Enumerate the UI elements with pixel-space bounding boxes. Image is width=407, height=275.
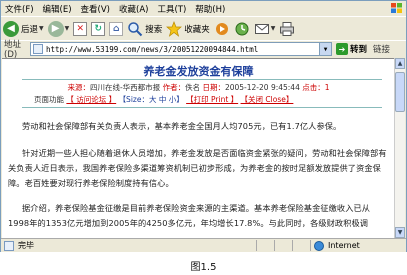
divider [22,107,382,108]
status-cell [256,240,274,251]
back-label: 后退 [21,24,39,35]
status-text: 完毕 [18,241,34,250]
zone-text: Internet [328,241,360,250]
meta-author: 佚名 [185,83,201,92]
history-icon [235,22,249,35]
page-icon [33,44,43,54]
menu-file[interactable]: 文件(F) [5,3,34,15]
article-meta: 来源：四川在线-华西都市报 作者：佚名 日期：2005-12-20 9:45:4… [2,82,395,93]
page-tools: 页面功能 【 访问论坛 】 【Size：大 中 小】 【打印 Print 】 【… [34,94,293,105]
browser-window: 文件(F) 编辑(E) 查看(V) 收藏(A) 工具(T) 帮助(H) ◀ 后退… [0,0,407,252]
menu-edit[interactable]: 编辑(E) [43,3,72,15]
menu-favorites[interactable]: 收藏(A) [119,3,148,15]
mail-button[interactable]: ▼ [254,19,276,39]
font-size-links[interactable]: 【Size：大 中 小】 [119,95,184,104]
links-button[interactable]: 链接 [373,43,390,55]
article-paragraph-1: 劳动和社会保障部有关负责人表示，基本养老金全国月人均705元，已有1.7亿人参保… [22,121,342,131]
chevron-down-icon: ▼ [39,25,44,32]
go-label: 转到 [350,45,368,55]
mail-icon [254,23,269,34]
scroll-up-icon[interactable]: ▲ [395,58,405,69]
status-cells: Internet [256,240,406,251]
menu-tools[interactable]: 工具(T) [157,3,186,15]
scroll-thumb[interactable] [395,72,405,112]
back-button[interactable]: ◀ 后退 ▼ [3,19,44,39]
favorites-button[interactable]: 收藏夹 [166,19,210,39]
chevron-down-icon: ▼ [270,25,276,32]
refresh-icon: ↻ [91,21,106,36]
toolbar: ◀ 后退 ▼ ▶ ▼ ✕ ↻ ⌂ 搜索 收藏夹 ▼ [1,16,406,40]
divider [22,79,382,80]
windows-logo-icon [391,3,402,13]
article-paragraph-2: 针对近期一些人担心随着退休人员增加，养老金发放是否面临资金紧张的疑问，劳动和社会… [8,148,387,188]
favorites-label: 收藏夹 [184,24,210,35]
meta-source: 四川在线-华西都市报 [89,83,161,92]
article-title: 养老金发放资金有保障 [143,65,254,78]
forum-link[interactable]: 【 访问论坛 】 [66,95,116,104]
zone-indicator: Internet [310,240,406,251]
search-icon [128,21,143,36]
status-cell [274,240,292,251]
tools-label: 页面功能 [34,95,64,104]
media-icon [215,22,228,35]
refresh-button[interactable]: ↻ [91,19,106,39]
go-arrow-icon: ➔ [336,43,348,55]
figure-caption: 图1.5 [190,262,217,273]
chevron-down-icon[interactable]: ▼ [319,43,331,55]
globe-icon [314,240,324,251]
meta-source-label: 来源： [67,83,90,92]
article-paragraph-3: 据介绍，养老保险基金征缴是目前养老保险资金来源的主渠道。基本养老保险基金征缴收入… [8,203,371,228]
status-bar: 完毕 Internet [1,238,406,252]
forward-button[interactable]: ▶ ▼ [47,19,70,39]
vertical-scrollbar[interactable]: ▲ ▼ [394,58,405,238]
home-button[interactable]: ⌂ [109,19,124,39]
chevron-down-icon: ▼ [64,25,70,32]
stop-icon: ✕ [73,21,88,36]
status-cell [292,240,310,251]
search-label: 搜索 [145,24,163,35]
address-bar: 地址(D) http://www.53199.com/news/3/200512… [1,40,406,60]
menu-help[interactable]: 帮助(H) [195,3,225,15]
print-link[interactable]: 【打印 Print 】 [186,95,238,104]
print-button[interactable] [279,19,295,39]
meta-author-label: 作者： [162,83,186,92]
stop-button[interactable]: ✕ [73,19,88,39]
search-button[interactable]: 搜索 [127,19,162,39]
address-input[interactable]: http://www.53199.com/news/3/200512200948… [30,42,332,56]
menu-view[interactable]: 查看(V) [81,3,110,15]
page-done-icon [4,240,14,251]
meta-date-label: 日期： [202,83,225,92]
close-link[interactable]: 【关闭 Close】 [241,95,294,104]
home-icon: ⌂ [109,21,124,36]
meta-clicks: 1 [324,83,330,92]
meta-clicks-label: 点击： [302,83,325,92]
address-url: http://www.53199.com/news/3/200512200948… [46,44,259,54]
page-content: 养老金发放资金有保障 来源：四川在线-华西都市报 作者：佚名 日期：2005-1… [2,58,395,238]
address-label: 地址(D) [4,40,22,60]
media-button[interactable] [214,19,230,39]
scroll-down-icon[interactable]: ▼ [395,227,405,238]
menu-bar: 文件(F) 编辑(E) 查看(V) 收藏(A) 工具(T) 帮助(H) [1,1,406,16]
forward-arrow-icon: ▶ [47,20,64,37]
back-arrow-icon: ◀ [3,20,19,37]
printer-icon [280,21,295,36]
meta-date: 2005-12-20 9:45:44 [224,83,300,92]
history-button[interactable] [234,19,250,39]
go-button[interactable]: ➔ 转到 [336,43,367,55]
star-icon [166,20,183,37]
